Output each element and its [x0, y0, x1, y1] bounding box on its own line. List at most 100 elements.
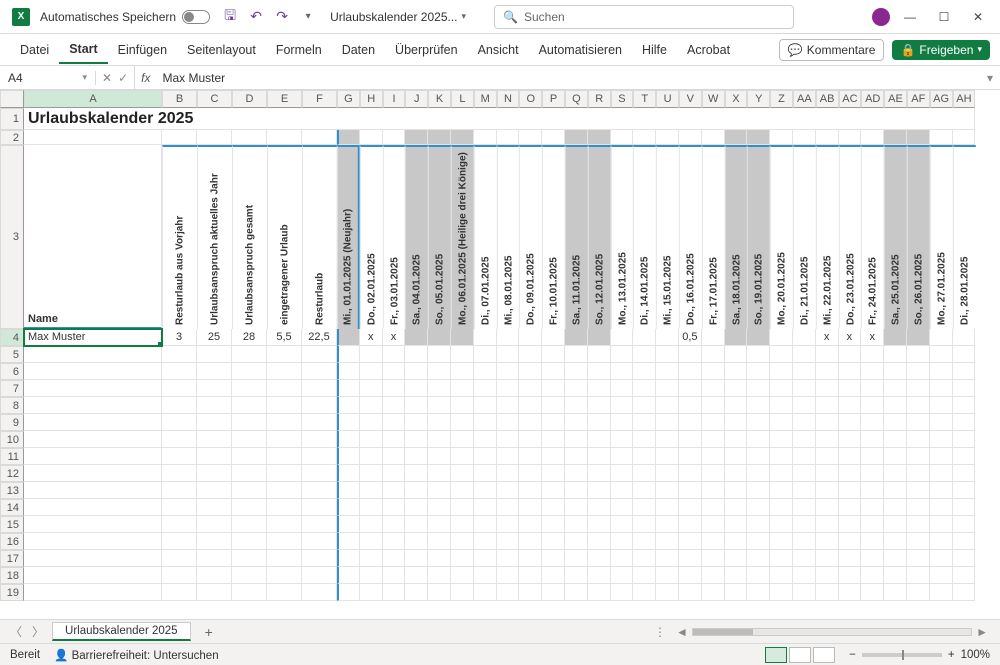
cell[interactable] [302, 465, 337, 482]
cell[interactable] [725, 499, 748, 516]
cell[interactable] [24, 584, 162, 601]
zoom-level[interactable]: 100% [961, 649, 990, 661]
cell[interactable] [953, 346, 976, 363]
cell[interactable] [267, 550, 302, 567]
cell[interactable] [816, 533, 839, 550]
cell[interactable] [337, 465, 360, 482]
cell[interactable] [816, 550, 839, 567]
cell[interactable] [428, 397, 451, 414]
cell[interactable] [930, 516, 953, 533]
cell[interactable] [793, 567, 816, 584]
day-cell[interactable] [497, 329, 520, 346]
cell[interactable] [930, 380, 953, 397]
cell[interactable] [656, 584, 679, 601]
cell[interactable] [162, 584, 197, 601]
cell[interactable] [519, 533, 542, 550]
cell[interactable] [451, 550, 474, 567]
cell[interactable] [907, 482, 930, 499]
search-box[interactable]: 🔍 Suchen [494, 5, 794, 29]
cell[interactable] [861, 584, 884, 601]
select-all-corner[interactable] [0, 90, 24, 108]
cell[interactable] [861, 431, 884, 448]
cell[interactable] [861, 550, 884, 567]
cell[interactable] [656, 482, 679, 499]
cell[interactable] [267, 397, 302, 414]
cell[interactable] [197, 567, 232, 584]
cell[interactable] [451, 397, 474, 414]
cell[interactable] [611, 346, 634, 363]
cell[interactable] [930, 414, 953, 431]
row-header[interactable]: 5 [0, 346, 24, 363]
cell[interactable] [24, 346, 162, 363]
day-header[interactable]: So., 26.01.2025 [907, 145, 930, 329]
qat-dropdown-icon[interactable]: ▾ [300, 9, 316, 25]
cell[interactable] [542, 448, 565, 465]
cell[interactable] [451, 414, 474, 431]
cell[interactable] [519, 516, 542, 533]
cell[interactable] [360, 550, 383, 567]
cell[interactable] [405, 363, 428, 380]
cell[interactable] [747, 567, 770, 584]
cell[interactable] [565, 130, 588, 145]
cell[interactable] [497, 465, 520, 482]
cell[interactable] [428, 516, 451, 533]
day-cell[interactable]: x [383, 329, 406, 346]
cell[interactable] [542, 346, 565, 363]
cell[interactable] [702, 130, 725, 145]
cell[interactable] [588, 533, 611, 550]
cell[interactable] [953, 414, 976, 431]
cell[interactable] [861, 448, 884, 465]
cell[interactable] [793, 380, 816, 397]
column-header[interactable]: X [725, 90, 748, 108]
cell[interactable] [451, 431, 474, 448]
summary-cell[interactable]: 5,5 [267, 329, 302, 346]
cell[interactable] [542, 516, 565, 533]
cell[interactable] [565, 380, 588, 397]
column-header[interactable]: AE [884, 90, 907, 108]
cell[interactable] [542, 550, 565, 567]
cell[interactable] [232, 482, 267, 499]
cell[interactable] [633, 397, 656, 414]
cell[interactable] [702, 397, 725, 414]
cell[interactable] [633, 465, 656, 482]
cell[interactable] [383, 584, 406, 601]
zoom-in-button[interactable]: + [948, 649, 955, 661]
cell[interactable] [907, 431, 930, 448]
cell[interactable] [519, 567, 542, 584]
cell[interactable] [656, 397, 679, 414]
day-cell[interactable]: x [816, 329, 839, 346]
cell[interactable] [519, 448, 542, 465]
cell[interactable] [197, 431, 232, 448]
cell[interactable] [611, 550, 634, 567]
cell[interactable] [24, 499, 162, 516]
cell[interactable] [405, 397, 428, 414]
cell[interactable] [725, 363, 748, 380]
cell[interactable] [565, 397, 588, 414]
cell[interactable] [930, 550, 953, 567]
cell[interactable] [907, 567, 930, 584]
cell[interactable] [953, 431, 976, 448]
cell[interactable] [542, 130, 565, 145]
day-cell[interactable] [588, 329, 611, 346]
cell[interactable] [884, 584, 907, 601]
cell[interactable] [656, 516, 679, 533]
cell[interactable] [428, 414, 451, 431]
cell[interactable] [474, 533, 497, 550]
cell[interactable] [611, 584, 634, 601]
cell[interactable] [542, 584, 565, 601]
cell[interactable] [302, 550, 337, 567]
cell[interactable] [360, 533, 383, 550]
cell[interactable] [267, 533, 302, 550]
cell[interactable] [861, 130, 884, 145]
column-header[interactable]: J [405, 90, 428, 108]
cell[interactable] [451, 533, 474, 550]
cell[interactable] [232, 533, 267, 550]
cell[interactable] [497, 482, 520, 499]
cell[interactable] [497, 363, 520, 380]
cell[interactable] [162, 448, 197, 465]
row-header[interactable]: 17 [0, 550, 24, 567]
day-header[interactable]: So., 19.01.2025 [747, 145, 770, 329]
cell[interactable] [679, 414, 702, 431]
day-cell[interactable] [428, 329, 451, 346]
cell[interactable] [588, 550, 611, 567]
